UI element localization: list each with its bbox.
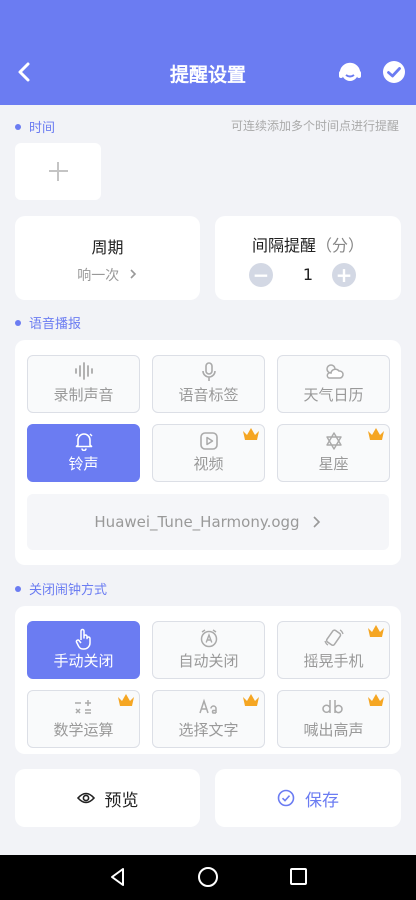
period-title: 周期 — [91, 238, 124, 257]
text-aa-icon — [198, 698, 217, 714]
interval-title: 间隔提醒（分） — [215, 232, 401, 256]
video-icon — [199, 432, 218, 450]
close-option-shout[interactable]: 喊出高声 — [277, 690, 390, 748]
voice-section-label: 语音播报 — [29, 317, 82, 332]
close-section-title: 关闭闹钟方式 — [15, 579, 107, 598]
nav-back-icon[interactable] — [108, 867, 128, 887]
close-option-text[interactable]: 选择文字 — [152, 690, 265, 748]
microphone-icon — [201, 362, 216, 381]
system-nav-bar — [0, 855, 416, 900]
save-button[interactable]: 保存 — [215, 769, 401, 827]
weather-icon — [325, 364, 344, 379]
crown-icon — [243, 694, 259, 706]
time-section-title: 时间 — [15, 117, 55, 136]
customer-service-button[interactable] — [336, 58, 364, 86]
close-option-label: 手动关闭 — [53, 652, 114, 670]
ringtone-name: Huawei_Tune_Harmony.ogg — [94, 513, 300, 531]
check-circle-icon — [383, 61, 405, 83]
close-option-label: 选择文字 — [178, 721, 239, 739]
interval-label: 间隔提醒 — [251, 236, 316, 255]
preview-label: 预览 — [104, 790, 139, 811]
close-option-label: 自动关闭 — [178, 652, 239, 670]
section-dot — [15, 123, 21, 130]
chevron-right-icon — [313, 516, 320, 528]
voice-option-record[interactable]: 录制声音 — [27, 355, 140, 413]
voice-option-ringtone[interactable]: 铃声 — [27, 424, 140, 482]
auto-clock-icon — [200, 629, 217, 648]
waveform-icon — [74, 362, 93, 380]
interval-increase-button[interactable]: + — [332, 263, 356, 287]
time-hint: 可连续添加多个时间点进行提醒 — [230, 119, 399, 133]
check-circle-icon — [277, 789, 295, 807]
period-selector[interactable]: 周期 响一次 — [15, 216, 200, 300]
nav-home-icon[interactable] — [198, 867, 218, 887]
voice-option-weather[interactable]: 天气日历 — [277, 355, 390, 413]
decibel-icon — [321, 700, 343, 714]
voice-option-label: 星座 — [318, 455, 349, 473]
voice-option-label: 录制声音 — [53, 386, 114, 404]
hand-pointer-icon — [75, 628, 91, 650]
voice-section-title: 语音播报 — [15, 313, 81, 332]
preview-button[interactable]: 预览 — [15, 769, 200, 827]
plus-icon: + — [335, 263, 353, 287]
confirm-button[interactable] — [380, 58, 408, 86]
period-value-row: 响一次 — [15, 265, 200, 285]
crown-icon — [368, 694, 384, 706]
voice-option-constellation[interactable]: 星座 — [277, 424, 390, 482]
close-option-shake[interactable]: 摇晃手机 — [277, 621, 390, 679]
close-option-label: 摇晃手机 — [303, 652, 364, 670]
chevron-right-icon — [130, 269, 136, 279]
bottom-action-bar: 预览 保存 — [0, 755, 416, 855]
close-option-label: 数学运算 — [53, 721, 114, 739]
crown-icon — [368, 428, 384, 440]
interval-decrease-button[interactable]: − — [249, 263, 273, 287]
eye-icon — [76, 792, 95, 804]
close-option-manual[interactable]: 手动关闭 — [27, 621, 140, 679]
math-ops-icon — [74, 700, 91, 714]
minus-icon: − — [252, 263, 270, 287]
section-dot — [15, 585, 21, 592]
voice-option-label: 视频 — [193, 455, 224, 473]
nav-recent-apps-icon[interactable] — [290, 868, 307, 885]
section-dot — [15, 319, 21, 326]
interval-card: 间隔提醒（分） − 1 + — [215, 216, 401, 300]
crown-icon — [368, 625, 384, 637]
ringtone-selector[interactable]: Huawei_Tune_Harmony.ogg — [27, 494, 389, 550]
voice-option-label: 铃声 — [68, 455, 99, 473]
voice-option-voice-tag[interactable]: 语音标签 — [152, 355, 265, 413]
period-value: 响一次 — [77, 268, 120, 284]
headset-icon — [339, 62, 361, 81]
voice-option-video[interactable]: 视频 — [152, 424, 265, 482]
interval-value: 1 — [302, 265, 314, 284]
header-bar: 提醒设置 — [0, 0, 416, 105]
close-option-auto[interactable]: 自动关闭 — [152, 621, 265, 679]
close-options-card: 手动关闭 自动关闭 摇晃手机 数学运算 选择文字 喊出高声 — [15, 606, 401, 754]
close-option-math[interactable]: 数学运算 — [27, 690, 140, 748]
voice-option-label: 语音标签 — [178, 386, 239, 404]
shake-phone-icon — [323, 629, 344, 646]
close-section-label: 关闭闹钟方式 — [29, 583, 108, 598]
interval-unit: （分） — [316, 236, 365, 255]
close-option-label: 喊出高声 — [303, 721, 364, 739]
crown-icon — [243, 428, 259, 440]
add-time-button[interactable] — [15, 143, 101, 200]
star-of-david-icon — [325, 432, 342, 450]
save-label: 保存 — [305, 790, 339, 811]
bell-icon — [75, 433, 92, 451]
voice-option-label: 天气日历 — [303, 386, 364, 404]
crown-icon — [118, 694, 134, 706]
time-section-label: 时间 — [29, 121, 56, 136]
voice-options-card: 录制声音 语音标签 天气日历 铃声 视频 星座 Huawei_Tune_Harm… — [15, 340, 401, 565]
